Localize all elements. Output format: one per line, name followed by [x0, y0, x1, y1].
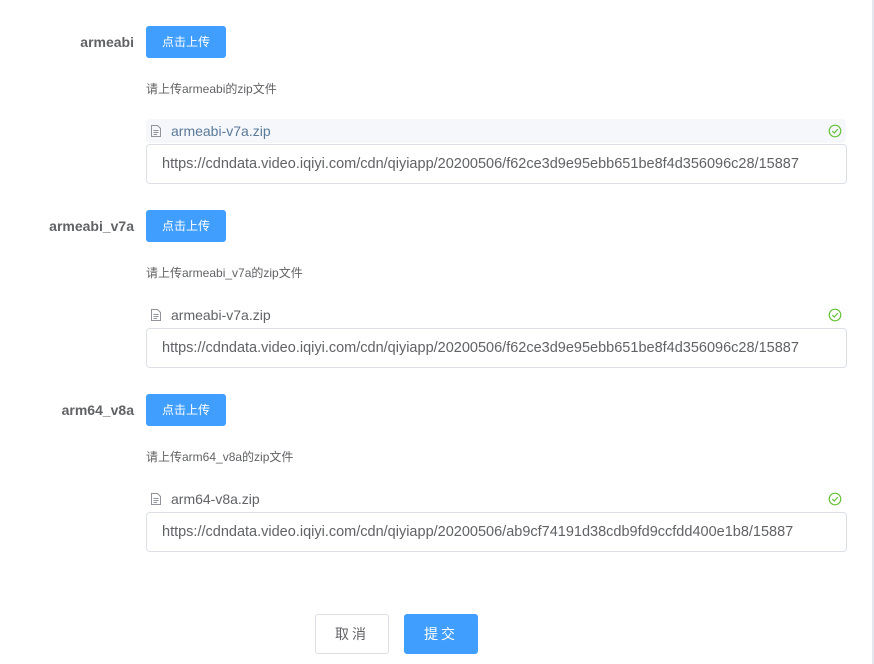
cancel-button[interactable]: 取消 — [315, 614, 389, 654]
url-field-armeabi-v7a[interactable] — [146, 328, 847, 368]
url-field-armeabi[interactable] — [146, 144, 847, 184]
check-circle-icon — [828, 308, 842, 322]
url-field-arm64-v8a[interactable] — [146, 512, 847, 552]
url-input[interactable] — [147, 145, 846, 183]
uploaded-file-armeabi[interactable]: armeabi-v7a.zip — [146, 119, 846, 143]
file-name: armeabi-v7a.zip — [171, 307, 271, 323]
file-name: arm64-v8a.zip — [171, 491, 260, 507]
upload-tip-armeabi-v7a: 请上传armeabi_v7a的zip文件 — [146, 266, 303, 280]
document-icon — [151, 493, 161, 505]
field-label-armeabi: armeabi — [80, 34, 134, 50]
file-name: armeabi-v7a.zip — [171, 123, 271, 139]
upload-tip-arm64-v8a: 请上传arm64_v8a的zip文件 — [146, 450, 294, 464]
uploaded-file-arm64-v8a[interactable]: arm64-v8a.zip — [146, 487, 846, 511]
upload-button-armeabi[interactable]: 点击上传 — [146, 26, 226, 58]
field-label-armeabi-v7a: armeabi_v7a — [49, 218, 134, 234]
uploaded-file-armeabi-v7a[interactable]: armeabi-v7a.zip — [146, 303, 846, 327]
upload-tip-armeabi: 请上传armeabi的zip文件 — [146, 82, 277, 96]
field-label-arm64-v8a: arm64_v8a — [61, 402, 134, 418]
check-circle-icon — [828, 492, 842, 506]
document-icon — [151, 125, 161, 137]
submit-button[interactable]: 提交 — [404, 614, 478, 654]
url-input[interactable] — [147, 329, 846, 367]
check-circle-icon — [828, 124, 842, 138]
upload-button-armeabi-v7a[interactable]: 点击上传 — [146, 210, 226, 242]
upload-form: armeabi 点击上传 请上传armeabi的zip文件 armeabi-v7… — [0, 0, 874, 664]
url-input[interactable] — [147, 513, 846, 551]
document-icon — [151, 309, 161, 321]
upload-button-arm64-v8a[interactable]: 点击上传 — [146, 394, 226, 426]
